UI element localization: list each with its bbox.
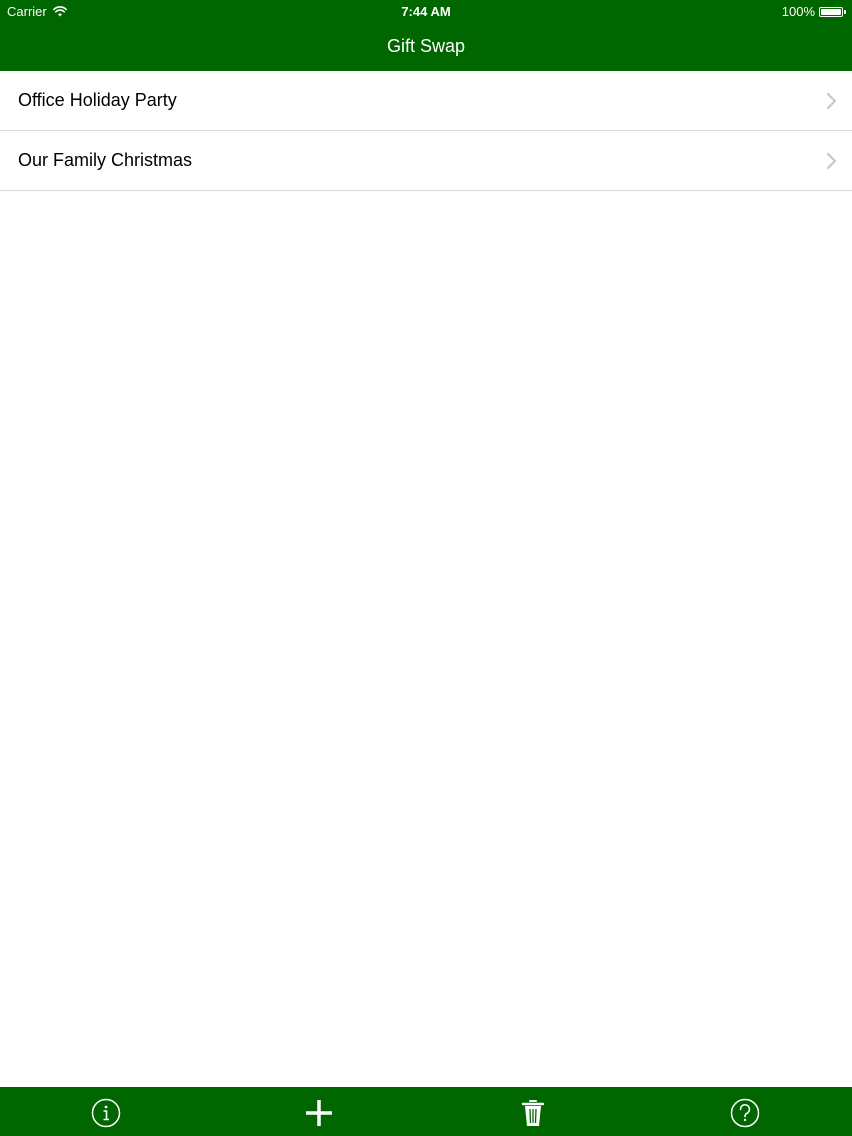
battery-fill [821,8,841,15]
chevron-right-icon [826,152,837,169]
navigation-header: Carrier 7:44 AM 100% Gift Swap [0,0,852,71]
battery-nub [844,9,846,14]
bottom-toolbar [0,1087,852,1136]
status-right: 100% [782,4,846,19]
list-item[interactable]: Office Holiday Party [0,71,852,131]
list-item-label: Our Family Christmas [18,150,193,170]
app-screen: Carrier 7:44 AM 100% Gift Swap Office Ho… [0,0,852,1136]
help-button[interactable] [729,1097,761,1129]
battery-icon [819,6,843,17]
battery-percent-label: 100% [781,4,815,19]
info-button[interactable] [90,1097,122,1129]
delete-button[interactable] [517,1097,549,1129]
list-item[interactable]: Our Family Christmas [0,131,852,191]
trash-icon [521,1100,545,1126]
add-button[interactable] [303,1097,335,1129]
page-title: Gift Swap [386,36,466,56]
plus-icon [306,1100,332,1126]
event-list: Office Holiday Party Our Family Christma… [0,71,852,191]
help-icon [730,1098,760,1128]
list-item-label: Office Holiday Party [18,90,177,110]
status-time: 7:44 AM [401,4,451,19]
chevron-right-icon [826,92,837,109]
status-bar: Carrier 7:44 AM 100% [0,0,852,24]
info-icon [91,1098,121,1128]
